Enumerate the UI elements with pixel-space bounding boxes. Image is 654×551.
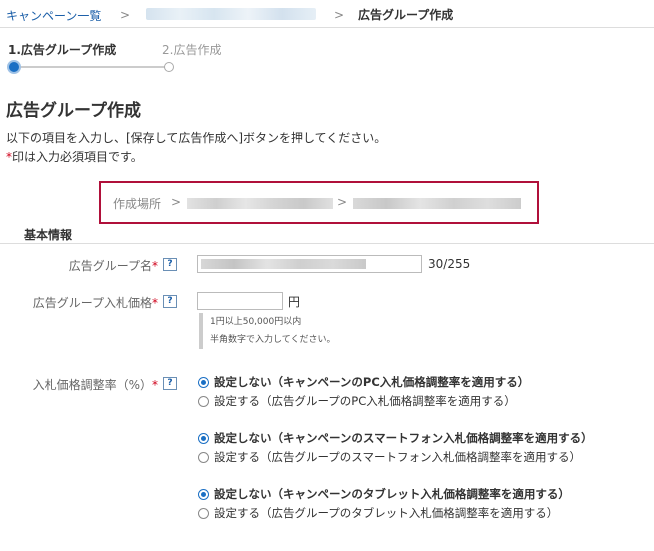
bid-adjustment-label-text: 入札価格調整率（%） [32, 378, 152, 392]
bid-hint-format: 半角数字で入力してください。 [210, 335, 336, 345]
ad-group-name-value-redacted [201, 259, 366, 269]
radio-smartphone-set-label: 設定する（広告グループのスマートフォン入札価格調整率を適用する） [214, 450, 581, 464]
page-title: 広告グループ作成 [6, 101, 141, 121]
breadcrumb-current: 広告グループ作成 [358, 8, 454, 22]
radio-button[interactable] [198, 395, 209, 407]
radio-button-checked[interactable] [198, 432, 209, 444]
section-title-basic-info: 基本情報 [24, 228, 73, 242]
help-icon[interactable]: ? [163, 377, 177, 390]
help-icon[interactable]: ? [163, 295, 177, 308]
radio-pc-set-label: 設定する（広告グループのPC入札価格調整率を適用する） [214, 394, 516, 408]
help-icon[interactable]: ? [163, 258, 177, 271]
bid-hint-range: 1円以上50,000円以内 [210, 317, 302, 327]
ad-group-name-char-count: 30/255 [428, 257, 471, 271]
required-note-text: 印は入力必須項目です。 [12, 150, 143, 164]
radio-tablet-default-label: 設定しない（キャンペーンのタブレット入札価格調整率を適用する） [214, 487, 570, 501]
radio-smartphone-set[interactable]: 設定する（広告グループのスマートフォン入札価格調整率を適用する） [198, 449, 581, 465]
section-divider [0, 243, 654, 244]
step-1-label: 1.広告グループ作成 [8, 43, 117, 57]
location-campaign-redacted [187, 198, 333, 209]
ad-group-bid-input[interactable] [197, 292, 283, 310]
location-adgroup-redacted [353, 198, 521, 209]
step-progress-line [14, 66, 169, 68]
breadcrumb-separator: > [120, 8, 131, 22]
ad-group-bid-label: 広告グループ入札価格* [20, 294, 158, 311]
radio-tablet-set-label: 設定する（広告グループのタブレット入札価格調整率を適用する） [214, 506, 559, 520]
breadcrumb: キャンペーン一覧 > > 広告グループ作成 [0, 0, 654, 28]
step-2-dot-inactive [164, 62, 174, 72]
location-separator: > [171, 195, 182, 209]
breadcrumb-campaign-list-link[interactable]: キャンペーン一覧 [6, 7, 101, 24]
ad-group-name-label: 広告グループ名* [40, 257, 158, 274]
breadcrumb-separator: > [334, 8, 345, 22]
radio-pc-default[interactable]: 設定しない（キャンペーンのPC入札価格調整率を適用する） [198, 374, 529, 390]
bid-hint: 1円以上50,000円以内 半角数字で入力してください。 [199, 313, 399, 349]
location-separator: > [337, 195, 348, 209]
radio-pc-default-label: 設定しない（キャンペーンのPC入札価格調整率を適用する） [214, 375, 530, 389]
required-mark: * [152, 259, 158, 273]
ad-group-bid-label-text: 広告グループ入札価格 [32, 296, 152, 310]
bid-unit-label: 円 [288, 295, 301, 309]
radio-button[interactable] [198, 451, 209, 463]
ad-group-name-input[interactable] [197, 255, 422, 273]
breadcrumb-campaign-link-redacted[interactable] [146, 8, 316, 20]
radio-button[interactable] [198, 507, 209, 519]
required-note: *印は入力必須項目です。 [6, 148, 143, 165]
radio-pc-set[interactable]: 設定する（広告グループのPC入札価格調整率を適用する） [198, 393, 516, 409]
radio-button-checked[interactable] [198, 376, 209, 388]
radio-tablet-default[interactable]: 設定しない（キャンペーンのタブレット入札価格調整率を適用する） [198, 486, 570, 502]
page-description: 以下の項目を入力し、[保存して広告作成へ]ボタンを押してください。 [6, 131, 387, 145]
step-1-dot-active [7, 60, 21, 74]
required-mark: * [152, 296, 158, 310]
radio-smartphone-default[interactable]: 設定しない（キャンペーンのスマートフォン入札価格調整率を適用する） [198, 430, 593, 446]
step-2-label: 2.広告作成 [162, 43, 222, 57]
radio-button-checked[interactable] [198, 488, 209, 500]
ad-group-name-label-text: 広告グループ名 [68, 259, 152, 273]
radio-tablet-set[interactable]: 設定する（広告グループのタブレット入札価格調整率を適用する） [198, 505, 558, 521]
radio-smartphone-default-label: 設定しない（キャンペーンのスマートフォン入札価格調整率を適用する） [214, 431, 593, 445]
bid-adjustment-label: 入札価格調整率（%）* [20, 376, 158, 393]
required-mark: * [152, 378, 158, 392]
creation-location-label: 作成場所 [113, 197, 162, 211]
creation-location-box: 作成場所 > > [99, 181, 539, 224]
